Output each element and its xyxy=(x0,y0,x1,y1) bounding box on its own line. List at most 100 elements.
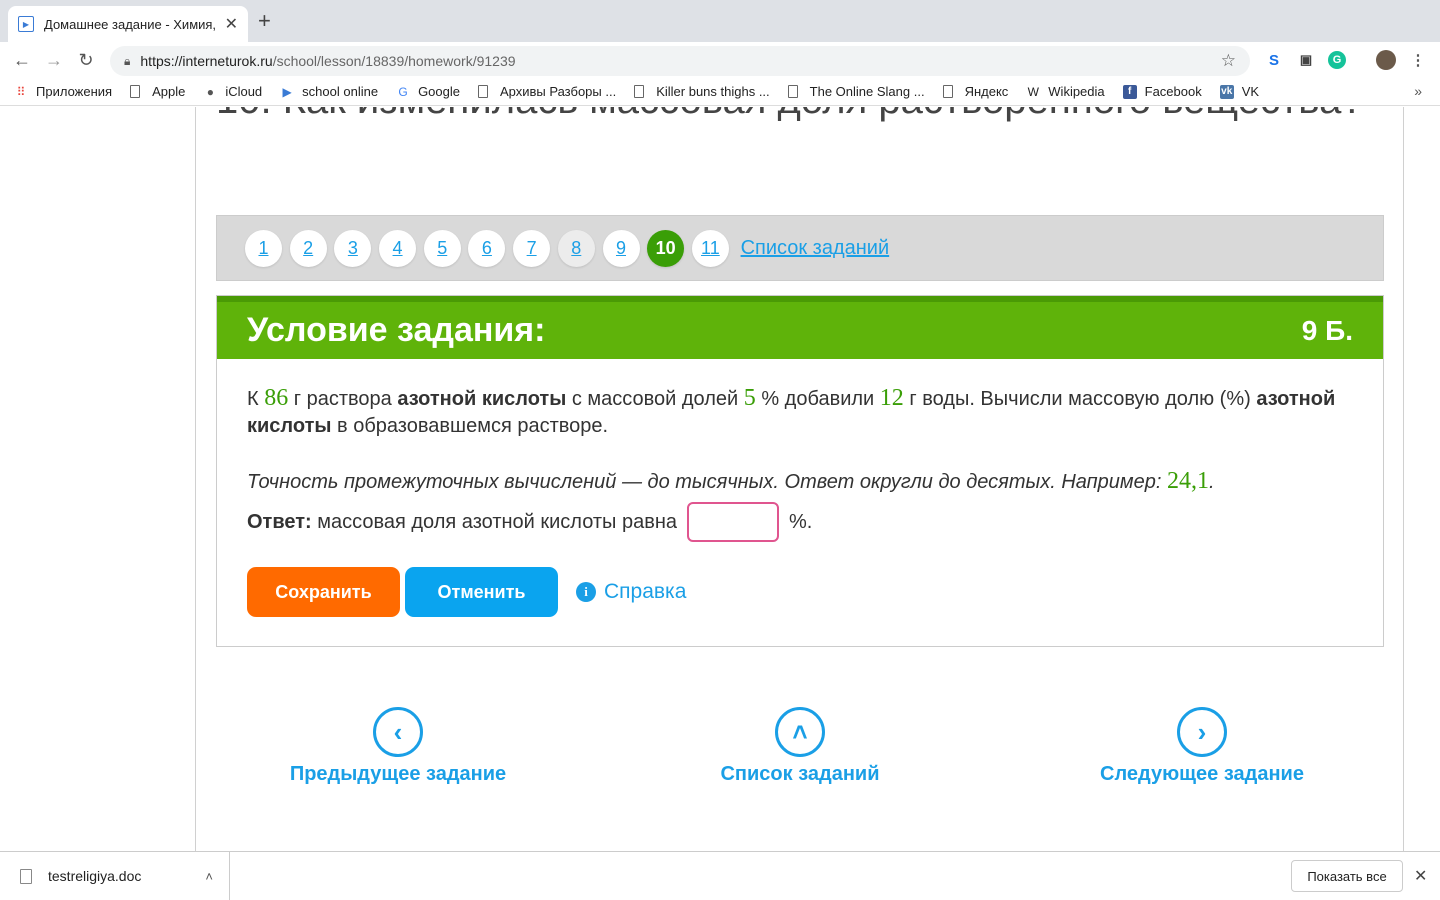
answer-unit: %. xyxy=(789,510,813,533)
wikipedia-icon: W xyxy=(1027,84,1039,99)
play-icon: ▶ xyxy=(282,84,292,99)
bookmark-label: Google xyxy=(418,84,460,99)
star-icon[interactable]: ☆ xyxy=(1221,51,1236,71)
more-bookmarks-icon[interactable]: » xyxy=(1414,83,1422,99)
document-icon xyxy=(787,85,798,98)
play-icon: ▶ xyxy=(18,16,34,32)
task-header: Условие задания: 9 Б. xyxy=(217,296,1383,359)
menu-icon[interactable]: ⋮ xyxy=(1408,50,1428,70)
bookmark-label: Архивы Разборы ... xyxy=(499,84,617,99)
close-icon[interactable]: ✕ xyxy=(1414,866,1427,886)
task-number-5[interactable]: 5 xyxy=(423,229,461,267)
info-icon: i xyxy=(576,582,596,602)
bookmark-label: Приложения xyxy=(36,84,113,99)
task-list-label: Список заданий xyxy=(720,763,880,785)
help-link[interactable]: i Справка xyxy=(576,580,686,604)
bookmark-label: Facebook xyxy=(1144,84,1202,99)
document-icon xyxy=(942,85,953,98)
bookmark-item[interactable]: ▶ school online xyxy=(280,84,379,99)
lock-extension-icon[interactable]: ▣ xyxy=(1296,50,1316,70)
task-number-7[interactable]: 7 xyxy=(513,229,551,267)
address-bar[interactable]: 🔒︎ https://interneturok.ru/school/lesson… xyxy=(110,46,1250,76)
task-list-link[interactable]: Список заданий xyxy=(741,237,890,260)
lock-icon: 🔒︎ xyxy=(124,53,131,68)
task-number-6[interactable]: 6 xyxy=(468,229,506,267)
s-extension-icon[interactable]: S xyxy=(1264,50,1284,70)
cancel-button[interactable]: Отменить xyxy=(405,567,558,617)
browser-toolbar: ← → ↻ 🔒︎ https://interneturok.ru/school/… xyxy=(0,42,1440,78)
tab-bar: ▶ Домашнее задание - Химия, 8 ✕ + xyxy=(0,0,1440,42)
bookmark-label: iCloud xyxy=(225,84,263,99)
substance-name: азотной кислоты xyxy=(397,388,567,410)
url-text[interactable]: https://interneturok.ru/school/lesson/18… xyxy=(140,53,1220,69)
document-icon xyxy=(634,85,645,98)
document-icon xyxy=(130,85,141,98)
download-bar: testreligiya.doc ˄ Показать все ✕ xyxy=(0,851,1440,900)
water-mass-value: 12 xyxy=(879,385,904,411)
prev-task-button[interactable]: ‹ Предыдущее задание xyxy=(268,707,528,786)
action-buttons: Сохранить Отменить i Справка xyxy=(247,567,686,617)
bookmark-item[interactable]: G Google xyxy=(396,84,460,99)
document-icon xyxy=(477,85,488,98)
forward-icon[interactable]: → xyxy=(42,48,66,72)
task-body: К 86 г раствора азотной кислоты с массов… xyxy=(217,359,1383,542)
task-points: 9 Б. xyxy=(1301,314,1353,346)
bookmark-label: Яндекс xyxy=(964,84,1009,99)
task-header-title: Условие задания: xyxy=(247,311,546,349)
answer-text: массовая доля азотной кислоты равна xyxy=(311,510,678,533)
file-icon xyxy=(20,868,32,884)
download-item[interactable]: testreligiya.doc ˄ xyxy=(20,852,230,900)
task-number-11[interactable]: 11 xyxy=(691,229,729,267)
task-number-4[interactable]: 4 xyxy=(379,229,417,267)
task-box: Условие задания: 9 Б. К 86 г раствора аз… xyxy=(216,295,1384,647)
example-value: 24,1 xyxy=(1167,468,1209,494)
bookmark-label: VK xyxy=(1241,84,1260,99)
grammarly-icon[interactable]: G xyxy=(1328,51,1346,69)
answer-input[interactable] xyxy=(687,502,780,542)
bookmark-item[interactable]: Архивы Разборы ... xyxy=(477,84,617,99)
back-icon[interactable]: ← xyxy=(10,48,34,72)
chevron-left-icon: ‹ xyxy=(373,707,423,757)
bookmarks-bar: ⠿ Приложения Apple ● iCloud ▶ school online G Go… xyxy=(0,78,1440,106)
answer-label: Ответ: xyxy=(247,510,312,533)
page-content: 10. Как изменилась массовая доля раствор… xyxy=(0,107,1440,851)
lesson-column: 10. Как изменилась массовая доля раствор… xyxy=(195,107,1404,851)
bookmark-item[interactable]: ● iCloud xyxy=(203,84,262,99)
google-icon: G xyxy=(398,84,408,99)
apps-grid-icon: ⠿ xyxy=(16,84,26,99)
task-list-button[interactable]: ˄ Список заданий xyxy=(670,707,930,786)
new-tab-icon[interactable]: + xyxy=(258,10,271,32)
help-label: Справка xyxy=(604,580,687,603)
bookmark-label: Wikipedia xyxy=(1048,84,1105,99)
task-number-1[interactable]: 1 xyxy=(245,229,282,267)
chevron-up-icon[interactable]: ˄ xyxy=(205,869,213,884)
save-button[interactable]: Сохранить xyxy=(247,567,400,617)
task-number-2[interactable]: 2 xyxy=(289,229,327,267)
task-number-10[interactable]: 10 xyxy=(647,229,685,267)
bookmark-item[interactable]: Killer buns thighs ... xyxy=(634,84,770,99)
bookmark-label: school online xyxy=(302,84,379,99)
bookmark-item[interactable]: vk VK xyxy=(1219,84,1260,99)
problem-text: К 86 г раствора азотной кислоты с массов… xyxy=(247,385,1336,437)
task-navigation: 1 2 3 4 5 6 7 8 9 10 11 Список заданий xyxy=(216,215,1384,281)
mass-solution-value: 86 xyxy=(264,385,289,411)
chevron-right-icon: › xyxy=(1177,707,1227,757)
bookmark-label: Killer buns thighs ... xyxy=(656,84,770,99)
bookmark-item[interactable]: f Facebook xyxy=(1122,84,1202,99)
browser-tab[interactable]: ▶ Домашнее задание - Химия, 8 ✕ xyxy=(8,6,248,42)
avatar[interactable] xyxy=(1376,50,1396,70)
reload-icon[interactable]: ↻ xyxy=(74,48,98,72)
vk-icon: vk xyxy=(1219,84,1234,99)
next-task-button[interactable]: › Следующее задание xyxy=(1072,707,1332,786)
prev-task-label: Предыдущее задание xyxy=(289,763,507,785)
task-number-8[interactable]: 8 xyxy=(557,229,595,267)
task-number-3[interactable]: 3 xyxy=(334,229,372,267)
bookmark-item[interactable]: Apple xyxy=(130,84,185,99)
task-number-9[interactable]: 9 xyxy=(602,229,640,267)
show-all-button[interactable]: Показать все xyxy=(1291,860,1403,892)
bookmark-item[interactable]: ⠿ Приложения xyxy=(14,84,112,99)
bookmark-item[interactable]: Яндекс xyxy=(942,84,1009,99)
close-icon[interactable]: ✕ xyxy=(225,14,238,34)
bookmark-item[interactable]: The Online Slang ... xyxy=(787,84,925,99)
bookmark-item[interactable]: W Wikipedia xyxy=(1026,84,1105,99)
